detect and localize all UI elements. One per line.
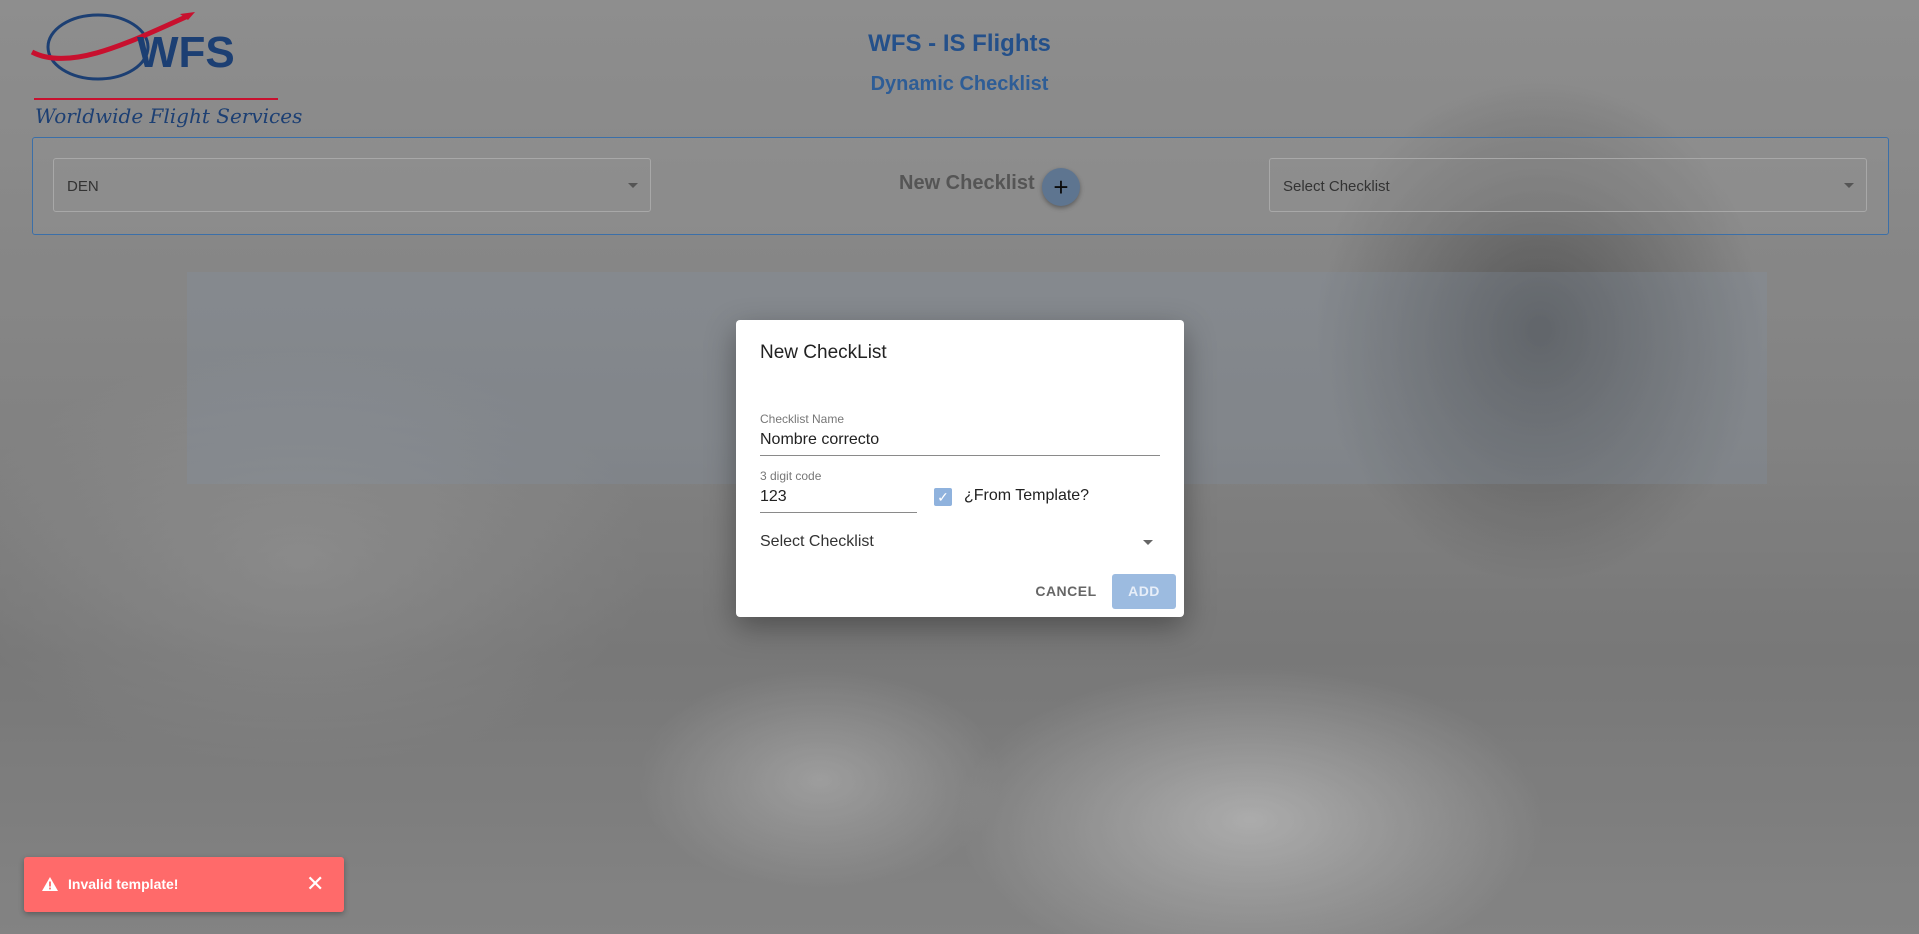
close-icon[interactable]: ✕ — [306, 870, 324, 898]
error-toast: Invalid template! ✕ — [24, 857, 344, 912]
checklist-select-value: Select Checklist — [1283, 178, 1390, 195]
warning-icon — [42, 877, 58, 891]
code-input[interactable]: 123 — [760, 488, 787, 506]
cancel-button[interactable]: CANCEL — [1034, 574, 1098, 608]
chevron-down-icon — [1844, 183, 1854, 188]
template-select[interactable]: Select Checklist — [760, 533, 874, 551]
add-button[interactable]: ADD — [1112, 574, 1176, 609]
new-checklist-dialog: New CheckList Checklist Name Nombre corr… — [736, 320, 1184, 617]
station-select-value: DEN — [67, 178, 99, 195]
toast-message: Invalid template! — [68, 876, 179, 892]
checklist-name-underline — [760, 455, 1160, 456]
checklist-select[interactable]: Select Checklist — [1269, 158, 1867, 212]
station-select[interactable]: DEN — [53, 158, 651, 212]
page-subtitle: Dynamic Checklist — [870, 73, 1049, 95]
code-underline — [760, 512, 917, 513]
chevron-down-icon[interactable] — [1143, 540, 1153, 545]
toolbar-panel: DEN New Checklist + Select Checklist — [32, 137, 1889, 235]
page-title: WFS - IS Flights — [868, 30, 1051, 57]
new-checklist-label: New Checklist — [899, 172, 1035, 194]
dialog-title: New CheckList — [760, 342, 887, 363]
add-checklist-button[interactable]: + — [1042, 168, 1080, 206]
from-template-label: ¿From Template? — [964, 487, 1090, 504]
checklist-name-label: Checklist Name — [760, 412, 845, 426]
logo-tagline: Worldwide Flight Services — [35, 104, 303, 128]
from-template-checkbox[interactable]: ✓ — [934, 488, 952, 506]
code-label: 3 digit code — [760, 469, 822, 483]
checklist-name-input[interactable]: Nombre correcto — [760, 431, 879, 449]
chevron-down-icon — [628, 183, 638, 188]
